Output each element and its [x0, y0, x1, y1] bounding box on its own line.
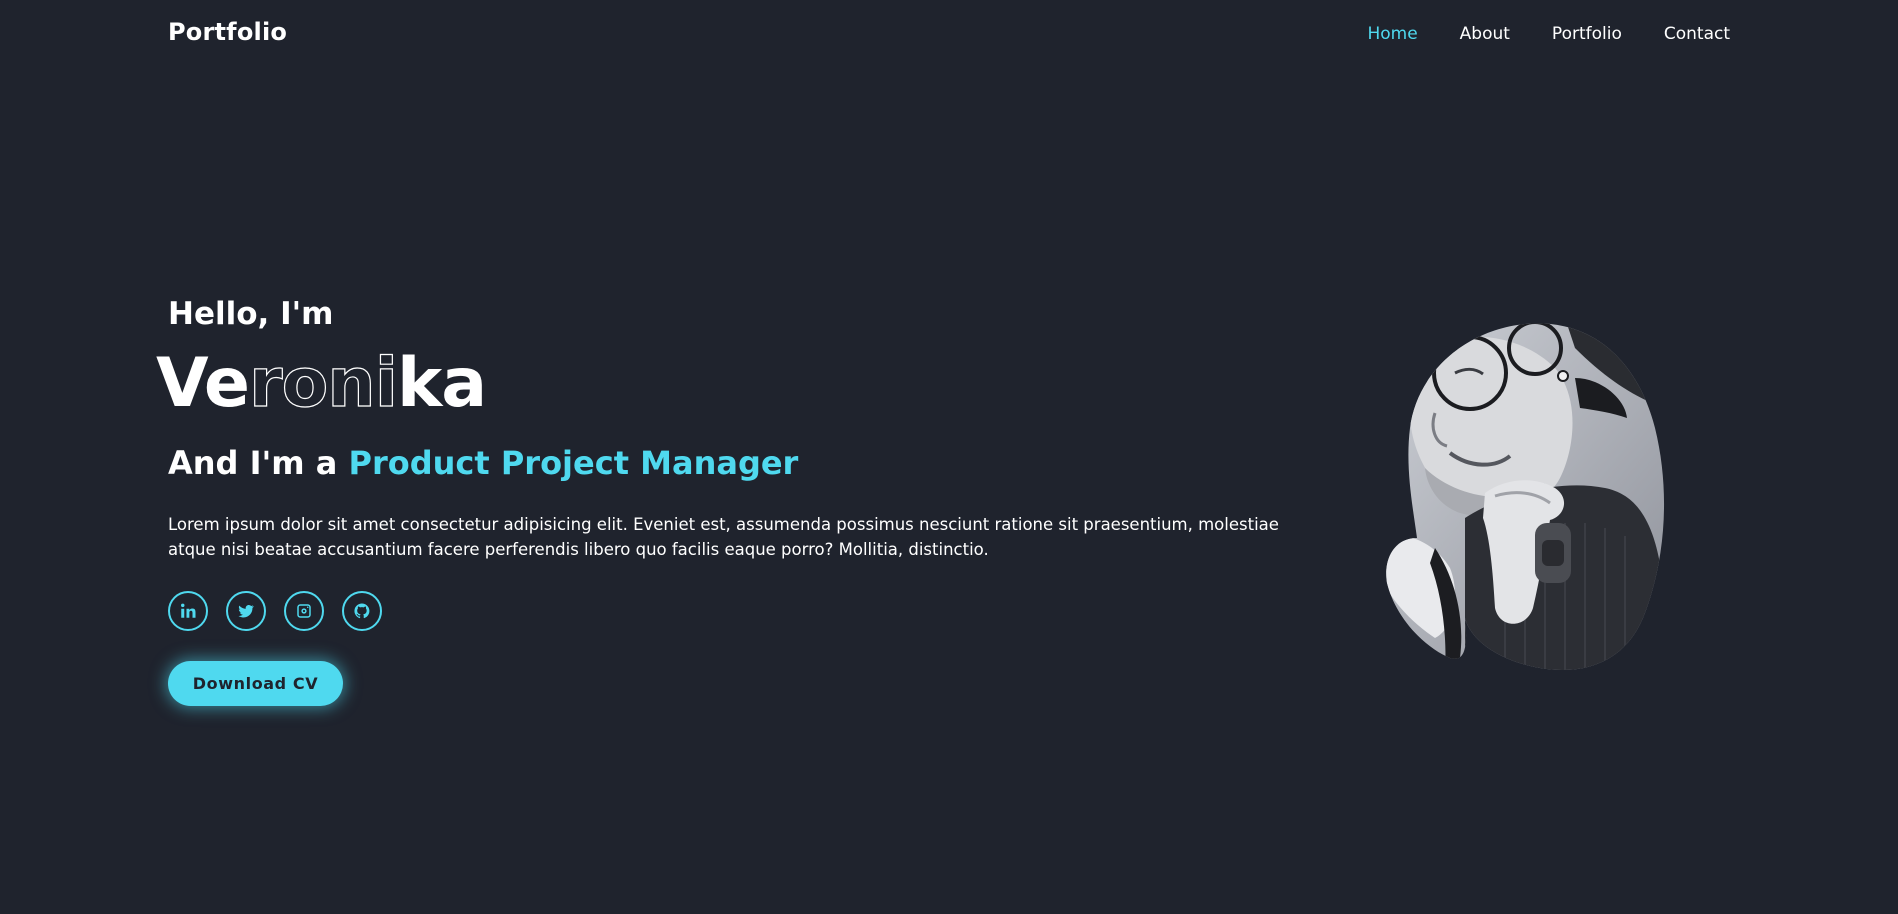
twitter-icon	[238, 604, 255, 618]
role-heading: And I'm a Product Project Manager	[168, 444, 798, 482]
nav-contact[interactable]: Contact	[1664, 24, 1730, 44]
header: Portfolio Home About Portfolio Contact	[0, 0, 1898, 70]
name-part-solid-start: Ve	[156, 344, 250, 423]
download-cv-button[interactable]: Download CV	[168, 661, 343, 706]
role-prefix: And I'm a	[168, 444, 338, 482]
nav-about[interactable]: About	[1460, 24, 1510, 44]
greeting: Hello, I'm	[168, 296, 334, 332]
instagram-icon	[297, 604, 311, 618]
page: Portfolio Home About Portfolio Contact H…	[0, 0, 1898, 914]
nav-portfolio[interactable]: Portfolio	[1552, 24, 1622, 44]
site-logo[interactable]: Portfolio	[168, 18, 287, 46]
hero-name: Veronika	[156, 349, 487, 418]
instagram-link[interactable]	[284, 591, 324, 631]
portrait-photo	[1375, 318, 1665, 674]
twitter-link[interactable]	[226, 591, 266, 631]
hero-description: Lorem ipsum dolor sit amet consectetur a…	[168, 515, 1279, 559]
main-nav: Home About Portfolio Contact	[1367, 24, 1730, 44]
nav-home[interactable]: Home	[1367, 24, 1417, 44]
github-icon	[354, 603, 370, 619]
portrait-blob-image	[1386, 323, 1665, 671]
name-part-outline: roni	[248, 344, 398, 423]
role-title: Product Project Manager	[348, 444, 799, 482]
name-part-solid-end: ka	[397, 344, 487, 423]
linkedin-icon	[181, 603, 196, 618]
linkedin-link[interactable]	[168, 591, 208, 631]
social-links	[168, 591, 382, 631]
github-link[interactable]	[342, 591, 382, 631]
